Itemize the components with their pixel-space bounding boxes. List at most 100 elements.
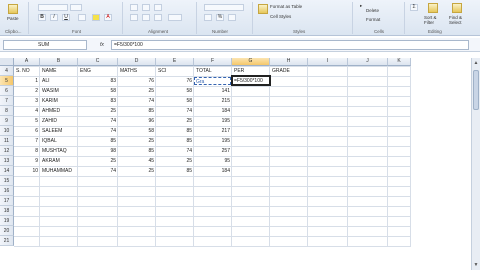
row-header-11[interactable]: 11 (0, 136, 14, 146)
paste-icon[interactable] (8, 4, 18, 14)
font-size-dropdown[interactable] (70, 4, 82, 11)
formula-input[interactable]: =F5/300*100 (111, 40, 469, 50)
format-button[interactable]: Format (366, 17, 380, 22)
font-color-icon[interactable]: A (104, 14, 112, 21)
sci-cell[interactable]: 76 (156, 76, 194, 86)
name-cell[interactable]: WASIM (40, 86, 78, 96)
name-cell[interactable]: IQBAL (40, 136, 78, 146)
sno-cell[interactable]: 10 (14, 166, 40, 176)
row-header-21[interactable]: 21 (0, 236, 14, 246)
insert-button[interactable]: ▸ (360, 3, 362, 9)
row-header-7[interactable]: 7 (0, 96, 14, 106)
total-cell[interactable]: 257 (194, 146, 232, 156)
header-cell[interactable]: SCI (156, 66, 194, 76)
column-header-e[interactable]: E (156, 58, 194, 66)
maths-cell[interactable]: 25 (118, 136, 156, 146)
fill-color-icon[interactable] (92, 14, 100, 21)
merge-center-icon[interactable] (168, 14, 182, 21)
row-header-18[interactable]: 18 (0, 206, 14, 216)
maths-cell[interactable]: 74 (118, 96, 156, 106)
total-cell[interactable]: 184 (194, 166, 232, 176)
sno-cell[interactable]: 5 (14, 116, 40, 126)
sort-filter-button[interactable]: Sort & Filter (424, 15, 444, 25)
align-center-icon[interactable] (142, 14, 150, 21)
name-cell[interactable]: KARIM (40, 96, 78, 106)
name-cell[interactable]: MUSHTAQ (40, 146, 78, 156)
sno-cell[interactable]: 1 (14, 76, 40, 86)
header-cell[interactable]: NAME (40, 66, 78, 76)
number-format-dropdown[interactable] (204, 4, 244, 11)
row-header-19[interactable]: 19 (0, 216, 14, 226)
underline-button[interactable]: U (62, 14, 70, 21)
autosum-icon[interactable]: Σ (410, 4, 418, 11)
align-top-icon[interactable] (130, 4, 138, 11)
wrap-text-icon[interactable] (154, 4, 162, 11)
scroll-down-icon[interactable]: ▼ (473, 262, 479, 268)
sci-cell[interactable]: 25 (156, 156, 194, 166)
column-header-f[interactable]: F (194, 58, 232, 66)
eng-cell[interactable]: 58 (78, 86, 118, 96)
maths-cell[interactable]: 85 (118, 106, 156, 116)
select-all-corner[interactable] (0, 58, 14, 66)
column-header-c[interactable]: C (78, 58, 118, 66)
row-header-9[interactable]: 9 (0, 116, 14, 126)
conditional-formatting-icon[interactable] (258, 4, 268, 14)
font-name-dropdown[interactable] (38, 4, 68, 11)
sno-cell[interactable]: 2 (14, 86, 40, 96)
eng-cell[interactable]: 25 (78, 156, 118, 166)
header-cell[interactable]: TOTAL (194, 66, 232, 76)
maths-cell[interactable]: 25 (118, 86, 156, 96)
total-cell[interactable]: 184 (194, 106, 232, 116)
scroll-up-icon[interactable]: ▲ (473, 60, 479, 66)
maths-cell[interactable]: 45 (118, 156, 156, 166)
eng-cell[interactable]: 74 (78, 166, 118, 176)
total-cell[interactable]: 215 (194, 96, 232, 106)
align-left-icon[interactable] (130, 14, 138, 21)
row-header-5[interactable]: 5 (0, 76, 14, 86)
maths-cell[interactable]: 96 (118, 116, 156, 126)
name-box[interactable]: SUM (3, 40, 87, 50)
sno-cell[interactable]: 8 (14, 146, 40, 156)
comma-style-icon[interactable] (228, 14, 236, 21)
name-cell[interactable]: AHMED (40, 106, 78, 116)
header-cell[interactable]: ENG (78, 66, 118, 76)
column-header-i[interactable]: I (308, 58, 348, 66)
sci-cell[interactable]: 58 (156, 86, 194, 96)
maths-cell[interactable]: 58 (118, 126, 156, 136)
sno-cell[interactable]: 7 (14, 136, 40, 146)
eng-cell[interactable]: 83 (78, 96, 118, 106)
column-header-h[interactable]: H (270, 58, 308, 66)
row-header-14[interactable]: 14 (0, 166, 14, 176)
sno-cell[interactable]: 3 (14, 96, 40, 106)
column-header-g[interactable]: G (232, 58, 270, 66)
maths-cell[interactable]: 76 (118, 76, 156, 86)
name-cell[interactable]: ZAHID (40, 116, 78, 126)
align-right-icon[interactable] (154, 14, 162, 21)
name-cell[interactable]: SALEEM (40, 126, 78, 136)
currency-icon[interactable] (204, 14, 212, 21)
column-header-k[interactable]: K (388, 58, 411, 66)
vertical-scrollbar[interactable]: ▲ ▼ (471, 58, 480, 270)
eng-cell[interactable]: 98 (78, 146, 118, 156)
percent-icon[interactable]: % (216, 14, 224, 21)
sci-cell[interactable]: 74 (156, 106, 194, 116)
header-cell[interactable]: MATHS (118, 66, 156, 76)
paste-button-label[interactable]: Paste (7, 16, 19, 21)
find-select-icon[interactable] (452, 3, 462, 13)
row-header-17[interactable]: 17 (0, 196, 14, 206)
sci-cell[interactable]: 85 (156, 166, 194, 176)
bold-button[interactable]: B (38, 14, 46, 21)
total-cell[interactable]: 95 (194, 156, 232, 166)
sort-filter-icon[interactable] (428, 3, 438, 13)
maths-cell[interactable]: 85 (118, 146, 156, 156)
name-cell[interactable]: ALI (40, 76, 78, 86)
delete-button[interactable]: Delete (366, 8, 379, 13)
column-header-b[interactable]: B (40, 58, 78, 66)
column-header-d[interactable]: D (118, 58, 156, 66)
total-cell[interactable]: 217 (194, 126, 232, 136)
sci-cell[interactable]: 85 (156, 136, 194, 146)
row-header-16[interactable]: 16 (0, 186, 14, 196)
per-cell-editing[interactable]: =F5/300*100 (232, 76, 270, 86)
maths-cell[interactable]: 25 (118, 166, 156, 176)
borders-icon[interactable] (78, 14, 86, 21)
